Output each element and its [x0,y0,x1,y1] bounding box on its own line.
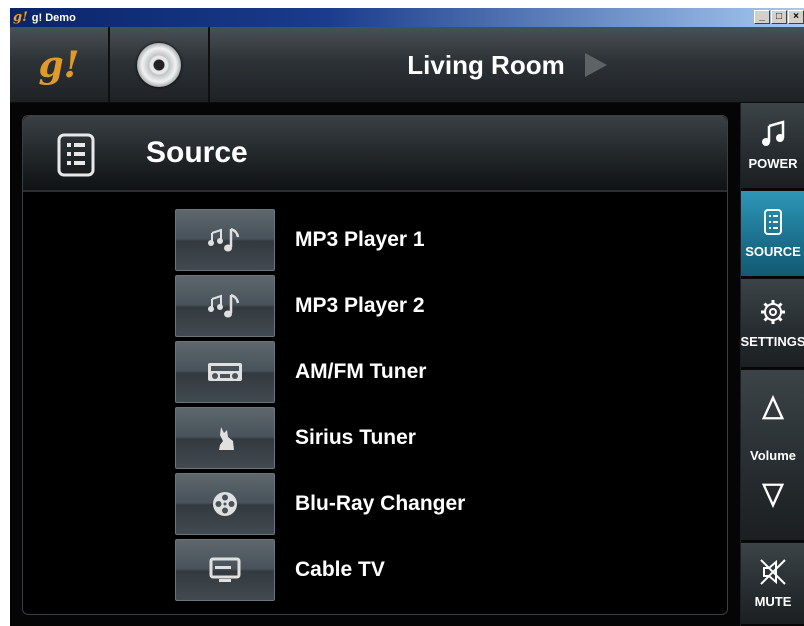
header-bar: g! Living Room [10,27,804,103]
source-label: MP3 Player 2 [295,294,425,317]
side-nav: POWER SOURCE SETTINGS Volume MUTE [740,103,804,626]
volume-up-icon[interactable] [759,394,787,422]
window-title: g! Demo [31,11,76,24]
source-row-amfm: AM/FM Tuner [175,339,465,405]
source-panel: Source MP3 Player 1 MP3 Player 2 AM/FM T… [22,115,728,615]
source-button-sirius[interactable] [175,407,275,469]
g-logo: g! [38,44,80,86]
power-label: POWER [748,156,798,171]
source-label: MP3 Player 1 [295,228,425,251]
volume-label: Volume [750,447,796,463]
play-arrow-icon [584,53,607,77]
dog-icon [219,427,234,450]
panel-title: Source [146,136,248,169]
mute-icon [760,559,786,585]
source-row-bluray: Blu-Ray Changer [175,471,465,537]
media-button[interactable] [110,27,210,103]
source-button-mp3-2[interactable] [175,275,275,337]
window-titlebar: g! g! Demo _ □ × [10,8,804,27]
window-controls: _ □ × [754,10,804,24]
settings-button[interactable]: SETTINGS [741,279,804,369]
app-icon: g! [13,10,28,25]
source-label: AM/FM Tuner [295,360,427,383]
source-button-mp3-1[interactable] [175,209,275,271]
remote-icon [764,209,782,235]
source-button-bluray[interactable] [175,473,275,535]
maximize-button[interactable]: □ [771,10,787,24]
source-row-cable: Cable TV [175,537,465,603]
source-button-cable[interactable] [175,539,275,601]
source-row-mp3-1: MP3 Player 1 [175,207,465,273]
source-button-amfm[interactable] [175,341,275,403]
music-note-icon [762,120,785,146]
music-notes-icon [208,227,240,252]
source-label: Cable TV [295,558,385,581]
volume-down-icon[interactable] [759,481,787,509]
gear-icon [761,299,785,324]
tv-icon [209,557,241,582]
power-button[interactable]: POWER [741,103,804,190]
source-row-sirius: Sirius Tuner [175,405,465,471]
app-window: g! Living Room Source MP3 Player 1 MP3 P… [10,27,804,626]
source-label: Sirius Tuner [295,426,416,449]
minimize-button[interactable]: _ [754,10,770,24]
radio-icon [208,363,242,381]
disc-icon [137,43,181,87]
remote-icon [57,133,95,177]
music-notes-icon [208,293,240,318]
source-nav-button[interactable]: SOURCE [741,191,804,278]
source-nav-label: SOURCE [745,244,801,259]
close-button[interactable]: × [788,10,804,24]
room-selector[interactable]: Living Room [210,27,804,103]
volume-control: Volume [741,370,804,542]
room-name: Living Room [407,49,565,80]
mute-button[interactable]: MUTE [741,543,804,626]
film-reel-icon [213,492,237,516]
source-label: Blu-Ray Changer [295,492,466,515]
source-list: MP3 Player 1 MP3 Player 2 AM/FM Tuner Si… [175,207,465,603]
mute-label: MUTE [754,594,792,609]
source-row-mp3-2: MP3 Player 2 [175,273,465,339]
panel-header: Source [23,116,727,192]
settings-label: SETTINGS [740,333,804,349]
home-button[interactable]: g! [10,27,110,103]
